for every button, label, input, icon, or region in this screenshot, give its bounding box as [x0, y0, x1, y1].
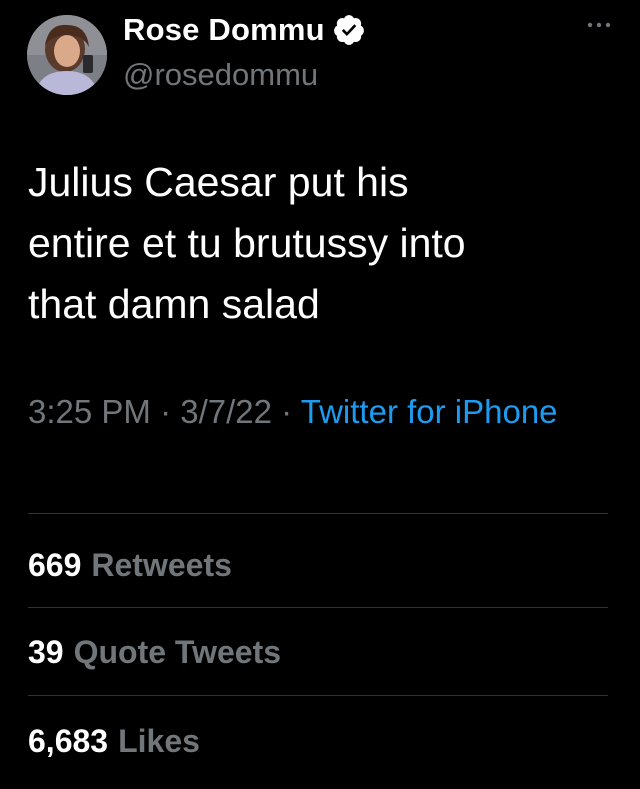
quote-tweets-label: Quote Tweets	[73, 634, 282, 670]
tweet-date[interactable]: 3/7/22	[180, 393, 272, 430]
tweet-text-line: Julius Caesar put his	[28, 159, 409, 205]
meta-separator: ·	[160, 393, 172, 430]
verified-badge-icon	[333, 15, 364, 45]
likes-stat[interactable]: 6,683 Likes	[28, 716, 608, 766]
tweet-time[interactable]: 3:25 PM	[28, 393, 151, 430]
likes-count: 6,683	[28, 723, 109, 759]
author-handle[interactable]: @rosedommu	[123, 57, 318, 93]
divider	[28, 607, 608, 608]
avatar[interactable]	[27, 15, 107, 95]
tweet-text-line: entire et tu brutussy into	[28, 220, 466, 266]
author-display-name[interactable]: Rose Dommu	[123, 12, 325, 48]
author-name-row: Rose Dommu	[123, 10, 366, 50]
tweet-header: Rose Dommu @rosedommu	[0, 0, 640, 110]
quote-tweets-count: 39	[28, 634, 64, 670]
tweet-metadata: 3:25 PM · 3/7/22 · Twitter for iPhone	[28, 386, 618, 438]
likes-label: Likes	[118, 723, 200, 759]
retweets-label: Retweets	[91, 547, 232, 583]
divider	[28, 695, 608, 696]
tweet-source-link[interactable]: Twitter for iPhone	[301, 393, 558, 430]
profile-photo-icon	[27, 15, 107, 95]
meta-separator: ·	[281, 393, 293, 430]
more-options-icon[interactable]	[586, 18, 612, 32]
tweet-text-line: that damn salad	[28, 281, 320, 327]
retweets-count: 669	[28, 547, 82, 583]
retweets-stat[interactable]: 669 Retweets	[28, 540, 608, 590]
divider	[28, 513, 608, 514]
tweet-text: Julius Caesar put his entire et tu brutu…	[28, 152, 608, 335]
quote-tweets-stat[interactable]: 39 Quote Tweets	[28, 627, 608, 677]
